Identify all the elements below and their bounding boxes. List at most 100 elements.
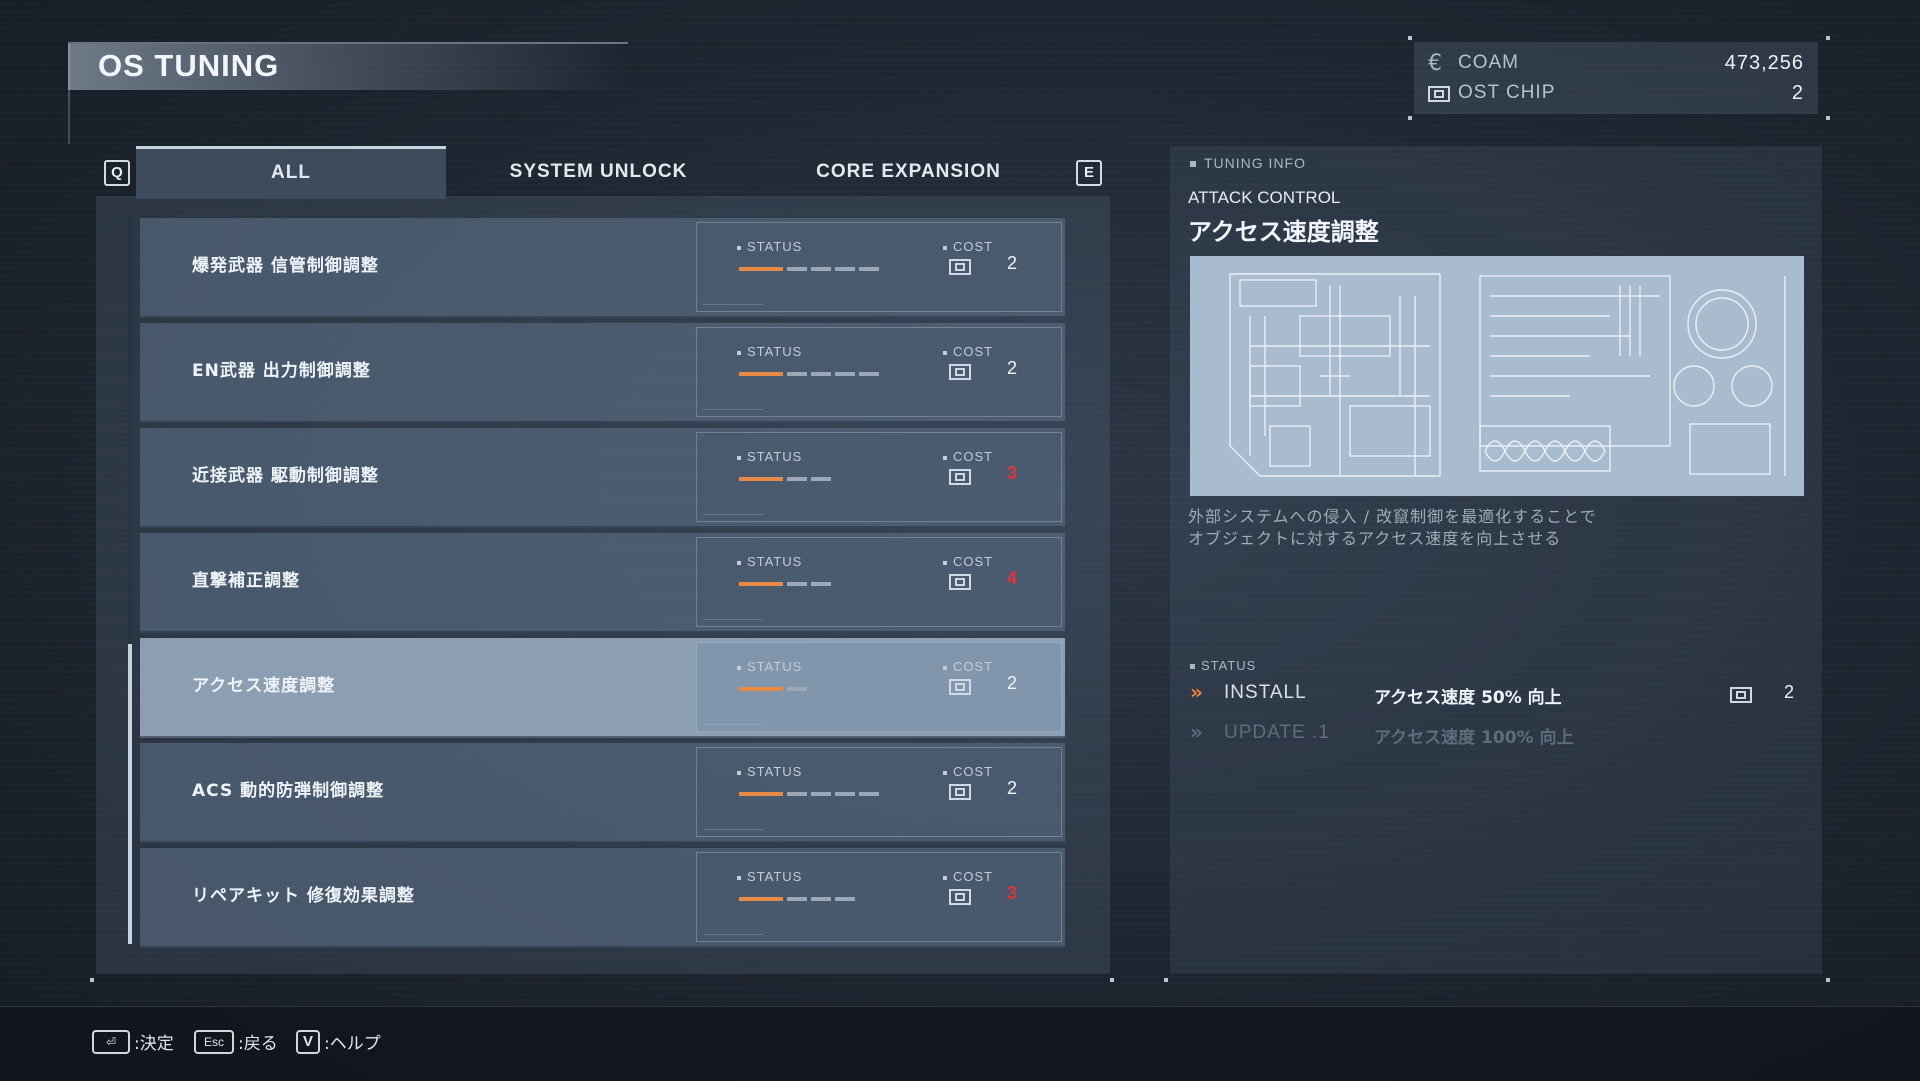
cost-label: COST [943,344,993,359]
ost-chip-icon [949,469,971,485]
status-label: STATUS [737,449,802,464]
upgrade-kind: UPDATE .1 [1224,722,1330,743]
footer-help-bar: ⏎ :決定 Esc :戻る V :ヘルプ [0,1006,1920,1081]
status-label: STATUS [737,239,802,254]
ost-chip-icon [949,574,971,590]
status-segment-empty [835,792,855,796]
ost-chip-icon [949,784,971,800]
cost-label: COST [943,869,993,884]
help-hint[interactable]: V :ヘルプ [296,1029,381,1054]
status-label: STATUS [737,764,802,779]
tab-all[interactable]: ALL [136,146,446,199]
cost-label: COST [943,764,993,779]
status-segment-empty [859,792,879,796]
back-label: :戻る [238,1034,278,1054]
tuning-info-header: TUNING INFO [1190,155,1306,171]
upgrade-row-update: » UPDATE .1 アクセス速度 100% 向上 [1188,718,1808,748]
upgrade-row-install: » INSTALL アクセス速度 50% 向上 2 [1188,678,1808,708]
decorative-line [703,829,763,830]
tuning-name: EN武器 出力制御調整 [192,361,371,381]
status-segment-filled [739,582,783,586]
frame-corner [1826,36,1830,40]
status-segment-filled [739,372,783,376]
status-segment-filled [739,897,783,901]
status-segment-empty [859,267,879,271]
status-segment-empty [787,582,807,586]
tab-bar: Q ALL SYSTEM UNLOCK CORE EXPANSION E [96,146,1110,199]
status-segment-empty [835,897,855,901]
esc-key-icon: Esc [194,1029,234,1054]
frame-corner [1164,978,1168,982]
circuit-schematic-image [1190,256,1804,496]
cost-value: 3 [1007,883,1018,903]
status-segment-empty [835,372,855,376]
tuning-name: アクセス速度調整 [1188,218,1379,246]
tab-core-expansion[interactable]: CORE EXPANSION [756,146,1061,196]
tuning-status-box: STATUS COST 2 [696,222,1062,312]
frame-corner [1110,978,1114,982]
ost-chip-icon [1730,687,1752,703]
status-segment-empty [835,267,855,271]
cost-label: COST [943,659,993,674]
tab-system-unlock[interactable]: SYSTEM UNLOCK [446,146,751,196]
back-hint[interactable]: Esc :戻る [194,1029,278,1054]
status-segment-empty [811,372,831,376]
tuning-name: ACS 動的防弾制御調整 [192,781,385,801]
help-label: :ヘルプ [324,1034,381,1054]
confirm-hint[interactable]: ⏎ :決定 [92,1029,174,1054]
frame-corner [1408,36,1412,40]
prev-tab-key[interactable]: Q [104,160,130,186]
ost-chip-icon [949,679,971,695]
ost-chip-value: 2 [1791,81,1804,104]
status-header: STATUS [1190,658,1256,673]
tuning-row[interactable]: 近接武器 駆動制御調整 STATUS COST 3 [140,428,1065,528]
cost-value: 2 [1007,778,1018,798]
tuning-name: 爆発武器 信管制御調整 [192,256,379,276]
confirm-label: :決定 [134,1034,174,1054]
status-segment-filled [739,792,783,796]
decorative-line [703,514,763,515]
double-chevron-icon: » [1190,680,1203,704]
status-segment-filled [739,687,783,691]
cost-label: COST [943,239,993,254]
coam-label: COAM [1458,52,1519,73]
cost-label: COST [943,554,993,569]
status-segment-empty [787,267,807,271]
coam-currency-icon: € [1428,50,1442,76]
next-tab-key[interactable]: E [1076,160,1102,186]
tuning-status-box: STATUS COST 3 [696,432,1062,522]
decorative-line [703,409,763,410]
tuning-row[interactable]: アクセス速度調整 STATUS COST 2 [140,638,1065,738]
tuning-row[interactable]: ACS 動的防弾制御調整 STATUS COST 2 [140,743,1065,843]
status-segment-empty [811,582,831,586]
ost-chip-icon [1428,81,1454,106]
title-frame-line [68,44,70,144]
status-segment-filled [739,267,783,271]
status-segment-empty [811,267,831,271]
page-title: OS TUNING [98,48,280,83]
upgrade-effect: アクセス速度 100% 向上 [1374,728,1574,748]
tuning-row[interactable]: 爆発武器 信管制御調整 STATUS COST 2 [140,218,1065,318]
cost-value: 2 [1007,673,1018,693]
status-segment-empty [859,372,879,376]
tuning-name: 直撃補正調整 [192,571,300,591]
title-bar: OS TUNING [68,42,628,144]
status-segment-empty [787,687,807,691]
status-segment-empty [787,792,807,796]
tuning-row[interactable]: EN武器 出力制御調整 STATUS COST 2 [140,323,1065,423]
tuning-name: リペアキット 修復効果調整 [192,886,415,906]
decorative-line [703,724,763,725]
ost-chip-icon [949,889,971,905]
ost-chip-icon [949,259,971,275]
decorative-line [703,304,763,305]
cost-label: COST [943,449,993,464]
scrollbar-thumb[interactable] [128,644,132,944]
coam-value: 473,256 [1724,51,1804,74]
decorative-line [703,619,763,620]
tuning-row[interactable]: リペアキット 修復効果調整 STATUS COST 3 [140,848,1065,948]
ost-chip-icon [949,364,971,380]
status-label: STATUS [737,344,802,359]
tuning-row[interactable]: 直撃補正調整 STATUS COST 4 [140,533,1065,633]
frame-corner [1408,116,1412,120]
status-segment-empty [787,372,807,376]
